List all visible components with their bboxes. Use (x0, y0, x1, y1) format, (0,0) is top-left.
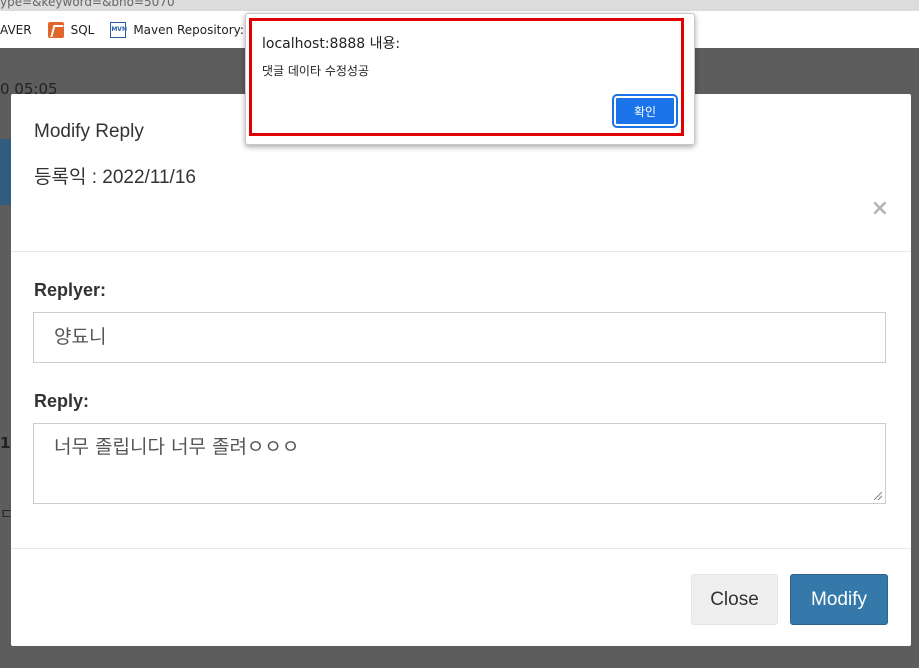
address-bar[interactable]: ype=&keyword=&bno=5070 (0, 0, 919, 11)
reply-date: 등록익 : 2022/11/16 (34, 167, 196, 188)
close-button[interactable]: Close (691, 574, 778, 625)
alert-message: 댓글 데이타 수정성공 (262, 64, 369, 78)
modal-body: Replyer: 양됴니 Reply: 너무 졸립니다 너무 졸려ㅇㅇㅇ (11, 252, 911, 548)
replyer-input[interactable]: 양됴니 (33, 312, 886, 363)
alert-ok-button[interactable]: 확인 (612, 94, 678, 128)
bookmark-label: SQL (70, 22, 95, 37)
sql-icon (47, 21, 64, 38)
modify-button[interactable]: Modify (790, 574, 888, 625)
reply-textarea[interactable]: 너무 졸립니다 너무 졸려ㅇㅇㅇ (33, 423, 886, 504)
replyer-label: Replyer: (34, 280, 107, 300)
bookmark-maven[interactable]: MVN Maven Repository:... (110, 21, 256, 38)
modal-footer: Close Modify (11, 548, 911, 647)
resize-grip-icon[interactable] (874, 492, 882, 500)
bookmark-naver[interactable]: AVER (0, 23, 32, 37)
maven-icon: MVN (110, 21, 127, 38)
alert-title: localhost:8888 내용: (262, 36, 401, 52)
close-icon[interactable]: × (871, 198, 889, 220)
background-stripe (0, 139, 11, 205)
url-text: ype=&keyword=&bno=5070 (0, 0, 175, 9)
bookmark-label: AVER (0, 22, 32, 37)
alert-dialog: localhost:8888 내용: 댓글 데이타 수정성공 확인 (245, 13, 695, 145)
reply-label: Reply: (34, 391, 90, 411)
bookmark-label: Maven Repository:... (133, 22, 256, 37)
reply-text: 너무 졸립니다 너무 졸려ㅇㅇㅇ (54, 436, 300, 458)
modal-title: Modify Reply (34, 121, 144, 142)
modify-reply-modal: Modify Reply 등록익 : 2022/11/16 × Replyer:… (11, 94, 911, 646)
bookmark-sql[interactable]: SQL (47, 21, 95, 38)
